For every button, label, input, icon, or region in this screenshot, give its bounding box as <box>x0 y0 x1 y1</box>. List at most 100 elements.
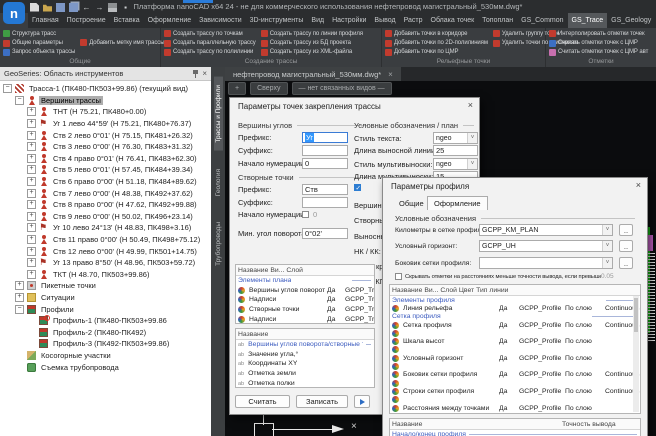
column-header[interactable]: Слой <box>438 287 457 294</box>
table-row[interactable] <box>390 379 640 387</box>
tree-item[interactable]: Ств 6 право 0°00' (Н 51.18, ПК484+89.62) <box>0 176 211 188</box>
tree-item[interactable]: Косогорные участки <box>0 350 211 362</box>
expand-toggle-icon[interactable] <box>15 293 24 302</box>
expand-toggle-icon[interactable] <box>27 235 36 244</box>
ribbon-button[interactable]: Создать трассу по линии профиля <box>260 29 364 38</box>
ribbon-button[interactable]: Запрос объекта трассы <box>2 48 76 57</box>
column-header[interactable]: Название <box>236 267 268 274</box>
quick-access-icon[interactable] <box>69 3 78 12</box>
document-tab-close-icon[interactable]: × <box>388 70 393 79</box>
tree-item[interactable]: Вершины трассы <box>0 95 211 107</box>
tree-item[interactable]: ТНТ (Н 75.21, ПК480+0.00) <box>0 106 211 118</box>
ribbon-button[interactable]: Структура трасс <box>2 29 76 38</box>
ribbon-button[interactable]: Добавить метку имя трассы <box>79 38 165 47</box>
column-header[interactable]: Ви... <box>268 267 284 274</box>
tree-item[interactable]: Профили <box>0 303 211 315</box>
ribbon-button[interactable]: Добавить точки по ЦМР <box>384 48 489 57</box>
expand-toggle-icon[interactable] <box>15 96 24 105</box>
ribbon-tab[interactable]: GS_Common <box>517 13 567 28</box>
list-item[interactable]: Координаты XY <box>236 359 374 369</box>
table-row[interactable]: Сетка профиля Да GCPP_Profile По слою Co… <box>390 321 640 329</box>
column-header[interactable]: Ви... <box>422 287 438 294</box>
table-row[interactable]: Надписи Да GCPP_Tr <box>236 295 374 305</box>
tree-item[interactable]: Уг 13 право 8°50' (Н 48.96, ПК503+59.72) <box>0 257 211 269</box>
list-item[interactable]: Вершины углов поворота/створные точки <box>236 340 374 350</box>
tree-item[interactable]: Ств 2 лево 0°01' (Н 75.15, ПК481+26.32) <box>0 129 211 141</box>
column-header[interactable]: Точность вывода <box>560 421 616 428</box>
quick-access-icon[interactable]: ▪ <box>121 3 130 12</box>
table-row[interactable] <box>390 329 640 337</box>
browse-button[interactable]: .. <box>619 224 633 236</box>
ribbon-button[interactable]: Считать отметки точек с ЦМР <box>548 38 649 47</box>
table-row[interactable] <box>390 396 640 404</box>
expand-toggle-icon[interactable] <box>27 131 36 140</box>
table-row[interactable]: Элементы профиля <box>390 296 640 304</box>
ribbon-tab[interactable]: Построение <box>63 13 110 28</box>
text-style-combo[interactable]: ngeo˅ <box>433 132 478 144</box>
ribbon-button[interactable]: Создать трассу по полилинии <box>163 48 257 57</box>
tree-item[interactable]: Ств 4 право 0°01' (Н 76.41, ПК483+62.30) <box>0 153 211 165</box>
tree-item[interactable]: Профиль-2 (ПК480-ПК492) <box>0 326 211 338</box>
table-row[interactable]: Расстояния между точками Да GCPP_Profile… <box>390 404 640 412</box>
ribbon-tab[interactable]: Зависимости <box>195 13 245 28</box>
pin-icon[interactable] <box>192 70 199 78</box>
expand-toggle-icon[interactable] <box>27 189 36 198</box>
dialog-close-icon[interactable]: × <box>636 181 641 190</box>
table-row[interactable]: Шкала высот Да GCPP_Profile По слою <box>390 337 640 345</box>
expand-toggle-icon[interactable] <box>27 200 36 209</box>
ribbon-tab[interactable]: GS_Trace <box>568 13 608 28</box>
document-tab[interactable]: нефтепровод магистральный_530мм.dwg* × <box>225 67 401 81</box>
ribbon-tab[interactable]: GS_Geology <box>607 13 655 28</box>
table-row[interactable]: Условный горизонт Да GCPP_Profile По сло… <box>390 354 640 362</box>
tree-item[interactable]: Профиль-1 (ПК480-ПК503+99.86 <box>0 315 211 327</box>
tree-item[interactable]: Ств 12 лево 0°00' (Н 49.99, ПК501+14.75) <box>0 245 211 257</box>
app-logo[interactable]: n <box>3 2 25 24</box>
tree-item[interactable]: Ств 9 лево 0°00' (Н 50.02, ПК496+23.14) <box>0 211 211 223</box>
expand-toggle-icon[interactable] <box>27 212 36 221</box>
tree-item[interactable]: Ств 7 лево 0°00' (Н 48.38, ПК492+37.62) <box>0 187 211 199</box>
close-icon[interactable]: × <box>202 70 207 78</box>
ribbon-button[interactable]: Добавить точки в коридоре <box>384 29 489 38</box>
tab-decoration[interactable]: Оформление <box>427 196 488 210</box>
dialog-close-icon[interactable]: × <box>468 101 473 110</box>
expand-toggle-icon[interactable] <box>27 223 36 232</box>
quick-access-icon[interactable] <box>43 3 52 12</box>
tree-item[interactable]: Профиль-3 (ПК492-ПК503+99.86) <box>0 338 211 350</box>
expand-toggle-icon[interactable] <box>27 177 36 186</box>
table-row[interactable] <box>390 346 640 354</box>
quick-access-icon[interactable] <box>30 3 39 12</box>
ribbon-tab[interactable]: Настройки <box>328 13 370 28</box>
ribbon-button[interactable]: Добавить точки по 2D-полилиниям <box>384 38 489 47</box>
tree-item[interactable]: Ств 11 право 0°00' (Н 50.49, ПК498+75.12… <box>0 234 211 246</box>
suffix-vertices-input[interactable] <box>302 145 348 156</box>
write-button[interactable]: Записать <box>296 395 348 408</box>
quick-access-icon[interactable]: ← <box>82 3 91 12</box>
km-grid-combo[interactable]: GCPP_KM_PLAN˅ <box>479 224 613 236</box>
ribbon-button[interactable]: Создать трассу по точкам <box>163 29 257 38</box>
table-row[interactable] <box>390 362 640 370</box>
tree-item[interactable]: Съемка трубопровода <box>0 361 211 373</box>
ribbon-button[interactable]: Интерполировать отметки точек <box>548 29 649 38</box>
ribbon-tab[interactable]: Топоплан <box>478 13 517 28</box>
list-item[interactable]: Значение угла,° <box>236 350 374 360</box>
read-button[interactable]: Считать <box>235 395 290 408</box>
ribbon-tab[interactable]: Вставка <box>110 13 144 28</box>
tree-item[interactable]: Ств 8 право 0°00' (Н 47.62, ПК492+99.88) <box>0 199 211 211</box>
side-grid-combo[interactable]: ˅ <box>479 257 613 269</box>
column-header[interactable]: Название <box>390 421 560 428</box>
quick-access-icon[interactable]: → <box>95 3 104 12</box>
ribbon-tab[interactable]: 3D-инструменты <box>246 13 308 28</box>
expand-toggle-icon[interactable] <box>3 84 12 93</box>
tree-item[interactable]: Уг 10 лево 24°13' (Н 48.83, ПК498+3.16) <box>0 222 211 234</box>
table-row[interactable]: Створные точки Да GCPP_Tr <box>236 305 374 315</box>
expand-toggle-icon[interactable] <box>27 247 36 256</box>
tree-item[interactable]: Ситуации <box>0 292 211 304</box>
table-row[interactable]: Строки сетки профиля Да GCPP_Profile По … <box>390 387 640 395</box>
expand-toggle-icon[interactable] <box>15 305 24 314</box>
datum-combo[interactable]: GCPP_UH˅ <box>479 240 613 252</box>
view-selector-button[interactable]: Сверху <box>250 82 287 95</box>
expand-toggle-icon[interactable] <box>27 142 36 151</box>
ribbon-button[interactable]: Создать трассу из XML-файла <box>260 48 364 57</box>
suffix-align-input[interactable] <box>302 197 348 208</box>
prefix-vertices-input[interactable]: Уг <box>302 132 348 143</box>
